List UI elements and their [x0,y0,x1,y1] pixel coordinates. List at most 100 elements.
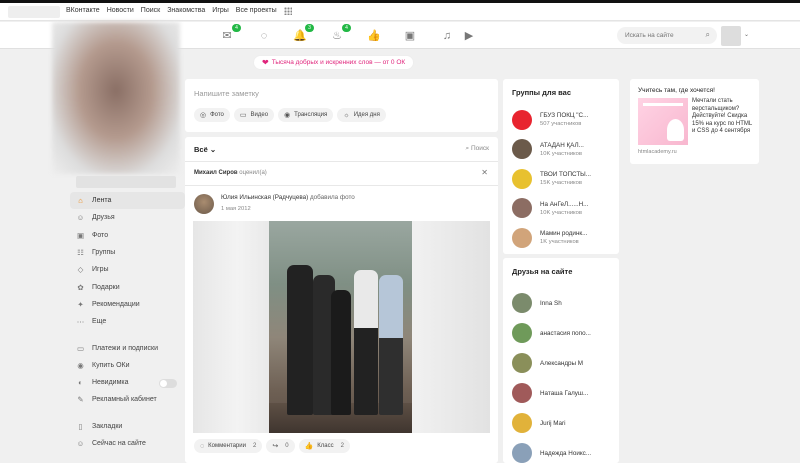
sidebar-item-label: Игры [92,266,109,274]
likes-icon[interactable]: 👍 [367,29,381,43]
post-photo[interactable] [193,221,490,433]
like-button[interactable]: 👍 Класс 2 [298,439,350,453]
search-input[interactable] [617,27,697,44]
friend-name: Надежда Ноикс... [540,449,592,457]
sidebar-item-label: Друзья [92,214,115,222]
list-item[interactable]: Мамин родинк... 1K участников [512,223,616,253]
gifts-icon: ✿ [77,282,84,292]
mail-icon[interactable]: ✉ 4 [220,24,241,43]
note-stream-button[interactable]: ◉ Трансляция [278,108,334,122]
sidebar-item-label: Невидимка [92,379,129,387]
sidebar-item-label: Лента [92,197,112,205]
sidebar-item-feed[interactable]: ⌂ Лента [70,192,185,210]
note-idea-button[interactable]: ☼ Идея дня [337,108,386,122]
sidebar-item-online[interactable]: ☺ Сейчас на сайте [70,435,185,452]
friend-avatar [512,323,532,343]
notice-user[interactable]: Михаил Сиров [194,170,238,176]
sidebar-divider [70,409,185,418]
link-games[interactable]: Игры [212,7,229,15]
groups-icon: ☷ [77,248,84,258]
sidebar-item-groups[interactable]: ☷ Группы [70,244,185,261]
sidebar-item-friends[interactable]: ☺ Друзья [70,209,185,226]
link-search[interactable]: Поиск [141,7,160,15]
link-all-projects[interactable]: Все проекты [236,7,277,15]
sidebar-item-invisible[interactable]: ◐ Невидимка [70,374,185,391]
promo-banner[interactable]: ❤ Тысяча добрых и искренних слов — от 0 … [253,55,415,70]
user-avatar[interactable] [721,26,741,46]
group-members: 507 участников [540,121,582,128]
post-author-avatar[interactable] [194,194,214,214]
list-item[interactable]: анастасия попо... [512,318,616,348]
post-action: добавила фото [309,194,355,201]
discussions-icon[interactable]: ◌ [257,29,271,43]
comments-count: 2 [252,443,257,449]
sidebar-item-games[interactable]: ◇ Игры [70,261,185,278]
music-icon[interactable]: ♫ [440,29,454,43]
sidebar-item-buy-ok[interactable]: ◉ Купить ОКи [70,357,185,374]
group-avatar [512,168,532,189]
list-item[interactable]: На АнГеЛ......Н... 10K участников [512,194,616,224]
sidebar-item-label: Еще [92,318,107,326]
list-item[interactable]: ТВОЙ ТОПСТЫ... 15K участников [512,164,616,194]
note-photo-button[interactable]: ◎ Фото [194,108,230,122]
friends-icon: ☺ [76,213,85,223]
ad-banner[interactable]: Учитесь там, где хочется! Мечтали стать … [630,79,759,164]
video-play-icon[interactable]: ▶ [462,29,476,43]
left-sidebar: ⌂ Лента ☺ Друзья ▣ Фото ☷ Группы ◇ Игры … [70,176,185,452]
group-members: 10K участников [540,150,582,157]
link-news[interactable]: Новости [107,7,134,15]
profile-name[interactable] [76,176,176,188]
search-icon[interactable]: ⌕ [706,30,710,40]
invisible-icon: ◐ [78,378,83,388]
photo-person [379,275,403,415]
camera-icon: ◎ [200,112,207,119]
friend-avatar [512,383,532,403]
close-icon[interactable]: ✕ [481,168,488,177]
notifications-icon[interactable]: 🔔 3 [293,24,314,43]
sidebar-item-bookmarks[interactable]: ▯ Закладки [70,418,185,435]
post-author: Юлия Ильинская (Радчуцева) добавила фото [221,194,355,201]
sidebar-item-ads[interactable]: ✎ Рекламный кабинет [70,391,185,408]
list-item[interactable]: Jurij Mari [512,408,616,438]
feed-card: Всё ⌄ ⌕ Поиск Михаил Сиров оценил(а) ✕ Ю… [185,137,498,463]
note-video-button[interactable]: ▭ Видео [233,108,275,122]
group-members: 10K участников [540,209,582,216]
chevron-down-icon[interactable]: ⌄ [744,31,749,38]
payments-icon: ▭ [76,343,85,353]
sidebar-item-photo[interactable]: ▣ Фото [70,227,185,244]
list-item[interactable]: Inna Sh [512,288,616,318]
search-icon: ⌕ [465,145,470,152]
sidebar-item-label: Платежи и подписки [92,344,158,352]
list-item[interactable]: ГБУЗ ПОКЦ "С... 507 участников [512,105,616,135]
photo-person [287,265,313,415]
video-icon[interactable]: ▣ [403,29,417,43]
sidebar-item-label: Сейчас на сайте [92,440,146,447]
guests-icon[interactable]: ♨ 4 [330,24,351,43]
comments-button[interactable]: ◌ Комментарии 2 [194,439,263,453]
sidebar-item-payments[interactable]: ▭ Платежи и подписки [70,339,185,356]
feed-filter[interactable]: Всё ⌄ [194,145,216,154]
list-item[interactable]: Надежда Ноикс... [512,438,616,463]
friend-avatar [512,293,532,313]
sidebar-item-more[interactable]: ⋯ Еще [70,313,185,330]
sidebar-item-gifts[interactable]: ✿ Подарки [70,278,185,295]
link-vkontakte[interactable]: ВКонтакте [66,7,100,15]
feed-search[interactable]: ⌕ Поиск [466,145,489,153]
post-author-name[interactable]: Юлия Ильинская (Радчуцева) [221,194,308,201]
divider [185,185,498,186]
share-button[interactable]: ↪ 0 [266,439,295,453]
sidebar-item-recommendations[interactable]: ✦ Рекомендации [70,296,185,313]
photo-image [269,221,412,433]
promo-text: Тысяча добрых и искренних слов — от 0 ОК [271,59,406,66]
invisible-toggle[interactable] [159,378,177,388]
group-name: Мамин родинк... [540,230,588,238]
link-dating[interactable]: Знакомства [167,7,205,15]
profile-photo[interactable] [52,22,180,174]
list-item[interactable]: АТАДАН ҚАЛ... 10K участников [512,135,616,165]
sidebar-divider [70,330,185,339]
grid-icon[interactable] [283,7,292,15]
list-item[interactable]: Наташа Галуш... [512,378,616,408]
note-input[interactable]: Напишите заметку [194,89,259,98]
list-item[interactable]: Александры М [512,348,616,378]
photo-person [331,290,351,415]
